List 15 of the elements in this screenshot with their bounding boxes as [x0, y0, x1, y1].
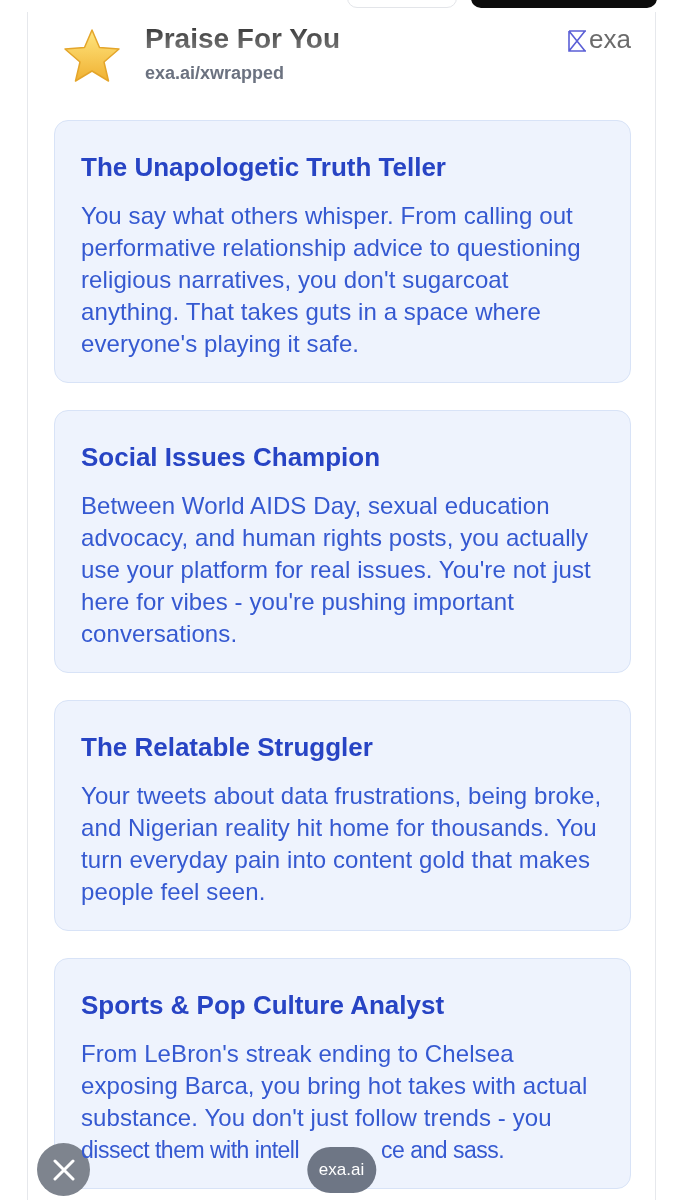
praise-text: Between World AIDS Day, sexual education advocacy, and human rights posts, you actually use your platform for real issues. You're not just here for vibes - you're pushing important conversations.	[81, 491, 592, 649]
close-icon	[52, 1158, 75, 1181]
praise-title: Sports & Pop Culture Analyst	[81, 990, 446, 1021]
logo-icon	[568, 30, 588, 52]
praise-text: From LeBron's streak ending to Chelsea exposing Barca, you bring hot takes with actual substance. You don't just follow trends - you	[81, 1039, 589, 1133]
praise-title: The Unapologetic Truth Teller	[81, 152, 447, 183]
page-url: exa.ai/xwrapped	[145, 62, 285, 84]
praise-text: dissect them with intell	[81, 1136, 300, 1165]
praise-title: The Relatable Struggler	[81, 732, 374, 763]
brand-name: exa	[589, 26, 631, 52]
praise-title: Social Issues Champion	[81, 442, 382, 473]
star-icon	[63, 28, 121, 84]
praise-text: ce and sass.	[381, 1136, 505, 1165]
praise-text: Your tweets about data frustrations, being broke, and Nigerian reality hit home for thousands. You turn everyday pain into content gold that makes people feel seen.	[81, 781, 603, 907]
praise-text: You say what others whisper. From calling out performative relationship advice to questioning religious narratives, you don't sugarcoat anything. That takes guts in a space where everyone's playing it safe.	[81, 201, 582, 359]
